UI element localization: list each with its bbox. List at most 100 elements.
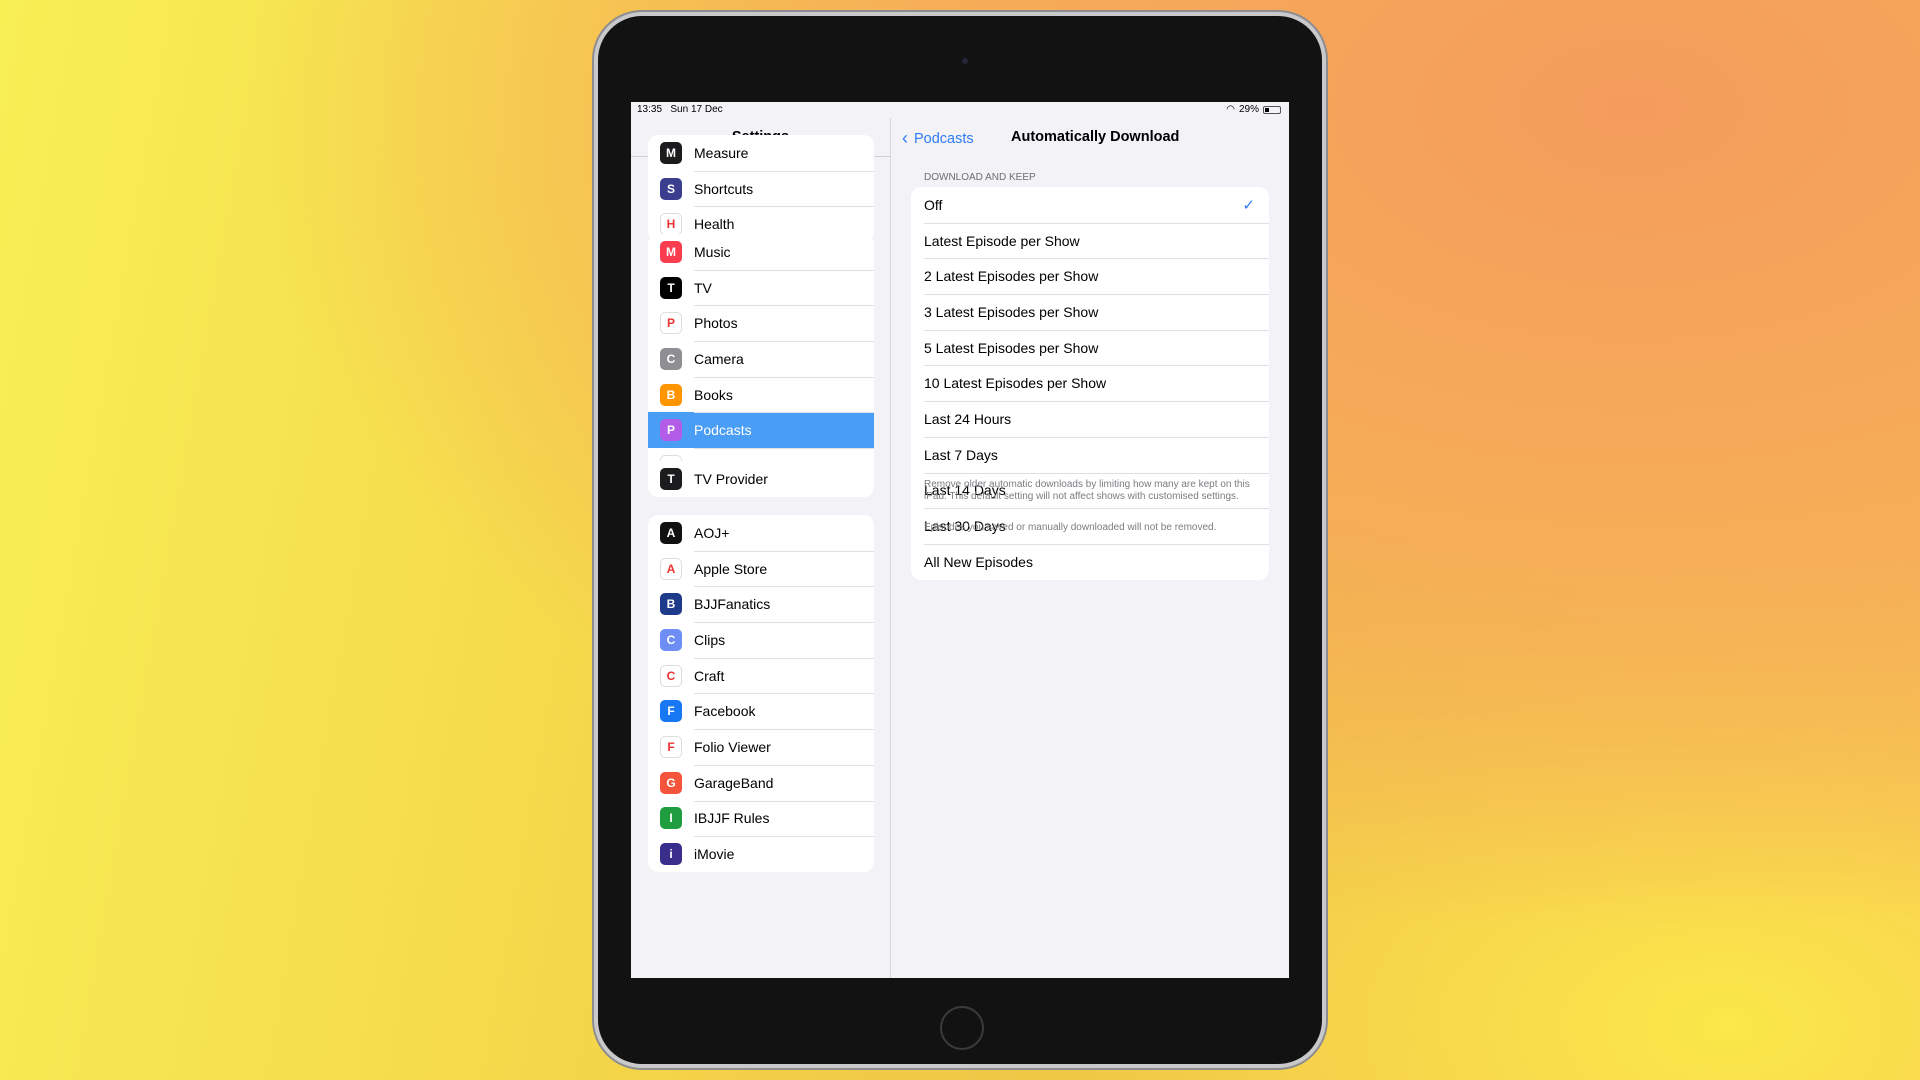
detail-pane: ‹ Podcasts Automatically Download DOWNLOA… — [892, 102, 1289, 978]
option-label: 10 Latest Episodes per Show — [924, 375, 1107, 392]
sidebar-item-label: Camera — [694, 350, 744, 367]
status-bar: 13:35 Sun 17 Dec ◠ 29% — [631, 102, 1289, 118]
option-label: Off — [924, 196, 943, 213]
books-icon: B — [660, 383, 682, 406]
sidebar-item-label: TV — [694, 279, 712, 296]
date: Sun 17 Dec — [670, 104, 723, 115]
settings-group: M Measure S Shortcuts H Health — [648, 135, 874, 243]
chevron-left-icon: ‹ — [902, 128, 908, 148]
tv-provider-icon: T — [660, 467, 682, 490]
facebook-icon: F — [660, 700, 682, 723]
option-last-7-days[interactable]: Last 7 Days — [911, 436, 1269, 473]
podcasts-icon: P — [660, 419, 682, 442]
wifi-icon: ◠ — [1226, 104, 1235, 115]
sidebar-item-label: BJJFanatics — [694, 596, 771, 613]
front-camera — [962, 58, 968, 64]
sidebar-item-photos[interactable]: P Photos — [648, 305, 874, 341]
sidebar-item-music[interactable]: M Music — [648, 234, 874, 270]
sidebar-item-label: TV Provider — [694, 470, 768, 487]
sidebar-item-label: Clips — [694, 631, 726, 648]
clips-icon: C — [660, 628, 682, 651]
battery-icon — [1263, 105, 1281, 114]
option-label: Last 24 Hours — [924, 410, 1012, 427]
option-3-latest-episodes-per-show[interactable]: 3 Latest Episodes per Show — [911, 294, 1269, 330]
sidebar-item-label: Music — [694, 243, 731, 260]
option-10-latest-episodes-per-show[interactable]: 10 Latest Episodes per Show — [911, 365, 1269, 401]
camera-icon: C — [660, 347, 682, 370]
sidebar-item-label: Measure — [694, 144, 749, 161]
settings-group: T TV Provider — [648, 461, 874, 497]
option-2-latest-episodes-per-show[interactable]: 2 Latest Episodes per Show — [911, 258, 1269, 294]
battery-percent: 29% — [1238, 104, 1259, 115]
tv-icon: T — [660, 276, 682, 299]
checkmark-icon: ✓ — [1242, 196, 1255, 214]
sidebar-item-podcasts[interactable]: P Podcasts — [648, 412, 874, 449]
sidebar-item-camera[interactable]: C Camera — [648, 341, 874, 377]
option-label: Last 7 Days — [924, 446, 998, 463]
option-off[interactable]: Off ✓ — [911, 187, 1269, 223]
option-label: Latest Episode per Show — [924, 232, 1080, 249]
sidebar-item-label: Craft — [694, 667, 725, 684]
bjjfanatics-icon: B — [660, 593, 682, 616]
sidebar-item-facebook[interactable]: F Facebook — [648, 693, 874, 729]
sidebar-item-imovie[interactable]: i iMovie — [648, 836, 874, 872]
options-list: Off ✓ Latest Episode per Show 2 Latest Epis… — [911, 187, 1269, 580]
photos-icon: P — [660, 312, 682, 335]
measure-icon: M — [660, 141, 682, 164]
sidebar-item-label: GarageBand — [694, 774, 774, 791]
sidebar-item-label: Podcasts — [694, 422, 752, 439]
option-5-latest-episodes-per-show[interactable]: 5 Latest Episodes per Show — [911, 329, 1269, 366]
option-all-new-episodes[interactable]: All New Episodes — [911, 543, 1269, 580]
option-label: 3 Latest Episodes per Show — [924, 303, 1099, 320]
music-icon: M — [660, 240, 682, 263]
imovie-icon: i — [660, 843, 682, 866]
sidebar-item-tv[interactable]: T TV — [648, 269, 874, 306]
folio-viewer-icon: F — [660, 735, 682, 758]
sidebar-item-bjjfanatics[interactable]: B BJJFanatics — [648, 586, 874, 622]
sidebar-item-label: Health — [694, 216, 735, 233]
sidebar-item-measure[interactable]: M Measure — [648, 135, 874, 171]
option-label: 2 Latest Episodes per Show — [924, 268, 1099, 285]
sidebar-item-label: Shortcuts — [694, 180, 754, 197]
sidebar-item-label: Books — [694, 386, 733, 403]
time: 13:35 — [637, 104, 663, 115]
sidebar-item-label: iMovie — [694, 846, 735, 863]
sidebar-item-aoj-[interactable]: A AOJ+ — [648, 515, 874, 551]
sidebar-item-label: Facebook — [694, 703, 756, 720]
sidebar-item-label: Photos — [694, 315, 738, 332]
sidebar-item-label: IBJJF Rules — [694, 810, 770, 827]
settings-group: MMusicTTVPPhotosCCameraBBooksPPodcastsGG… — [648, 234, 874, 484]
sidebar-item-clips[interactable]: C Clips — [648, 622, 874, 658]
heart-icon: H — [660, 213, 682, 236]
sidebar-item-label: Apple Store — [694, 560, 768, 577]
sidebar: Settings MMeasureSShortcutsHHealthMMusic… — [631, 102, 891, 978]
option-last-24-hours[interactable]: Last 24 Hours — [911, 401, 1269, 437]
section-header: DOWNLOAD AND KEEP — [924, 172, 1036, 183]
sidebar-item-books[interactable]: B Books — [648, 376, 874, 413]
footer-note-2: Episodes you saved or manually downloade… — [924, 522, 1217, 533]
garageband-icon: G — [660, 771, 682, 794]
craft-icon: C — [660, 664, 682, 687]
sidebar-item-craft[interactable]: C Craft — [648, 657, 874, 694]
sidebar-item-garageband[interactable]: G GarageBand — [648, 764, 874, 801]
settings-group: A AOJ+ A Apple Store B BJJFanatics C Clips C Craf… — [648, 515, 874, 872]
sidebar-item-apple-store[interactable]: A Apple Store — [648, 550, 874, 587]
footer-note: Remove older automatic downloads by limi… — [924, 479, 1250, 502]
sidebar-item-label: Folio Viewer — [694, 738, 771, 755]
apple-store-icon: A — [660, 557, 682, 580]
sidebar-item-label: AOJ+ — [694, 524, 730, 541]
page-title: Automatically Download — [1011, 129, 1180, 145]
option-label: 5 Latest Episodes per Show — [924, 339, 1099, 356]
option-latest-episode-per-show[interactable]: Latest Episode per Show — [911, 222, 1269, 259]
back-button[interactable]: ‹ Podcasts — [902, 128, 974, 149]
screen: Settings MMeasureSShortcutsHHealthMMusic… — [631, 102, 1289, 978]
option-label: All New Episodes — [924, 553, 1033, 570]
sidebar-item-tv-provider[interactable]: T TV Provider — [648, 461, 874, 497]
ibjjf-icon: I — [660, 807, 682, 830]
home-button[interactable] — [940, 1006, 984, 1050]
shortcuts-icon: S — [660, 177, 682, 200]
aoj-icon: A — [660, 521, 682, 544]
sidebar-item-shortcuts[interactable]: S Shortcuts — [648, 170, 874, 207]
sidebar-item-ibjjf-rules[interactable]: I IBJJF Rules — [648, 800, 874, 837]
sidebar-item-folio-viewer[interactable]: F Folio Viewer — [648, 729, 874, 765]
